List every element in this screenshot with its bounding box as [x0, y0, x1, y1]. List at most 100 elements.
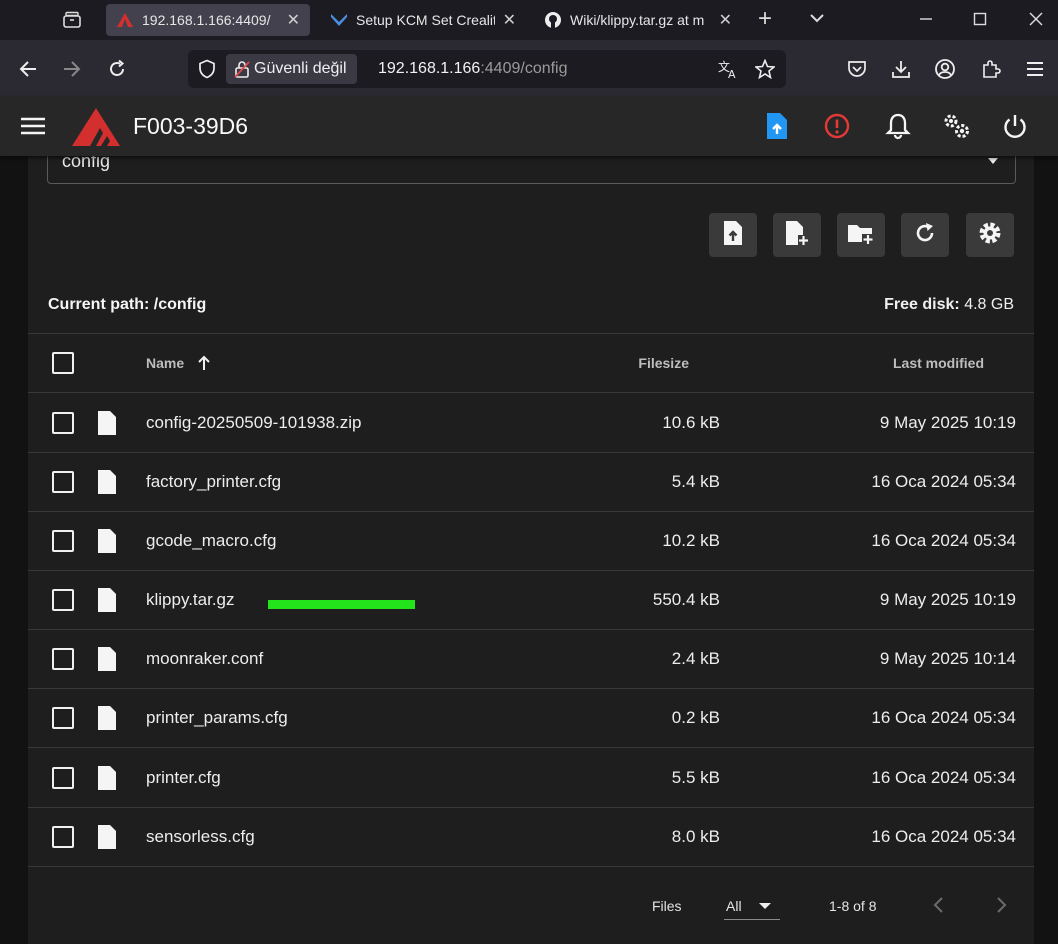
- row-checkbox[interactable]: [52, 767, 74, 789]
- bell-icon[interactable]: [883, 111, 913, 141]
- back-icon[interactable]: [13, 54, 43, 84]
- new-tab-button[interactable]: +: [758, 6, 772, 32]
- file-size: 0.2 kB: [671, 708, 720, 727]
- table-row[interactable]: factory_printer.cfg 5.4 kB 16 Oca 2024 0…: [28, 453, 1034, 512]
- reload-icon[interactable]: [102, 54, 132, 84]
- table-row[interactable]: gcode_macro.cfg 10.2 kB 16 Oca 2024 05:3…: [28, 512, 1034, 571]
- rows-per-page-value: All: [726, 898, 742, 914]
- maximize-window-icon[interactable]: [960, 6, 1000, 32]
- minimize-window-icon[interactable]: [906, 6, 946, 32]
- browser-nav-bar: Güvenli değil 192.168.1.166:4409/config …: [0, 40, 1058, 96]
- security-status-label: Güvenli değil: [254, 60, 347, 77]
- file-icon: [96, 528, 118, 559]
- shield-icon[interactable]: [196, 58, 218, 80]
- table-row[interactable]: config-20250509-101938.zip 10.6 kB 9 May…: [28, 394, 1034, 453]
- row-checkbox[interactable]: [52, 826, 74, 848]
- highlight-marker: [268, 600, 415, 609]
- select-all-checkbox[interactable]: [52, 352, 74, 374]
- translate-icon[interactable]: 文A: [718, 58, 740, 80]
- file-size: 5.5 kB: [671, 768, 720, 787]
- extensions-icon[interactable]: [976, 54, 1006, 84]
- address-bar[interactable]: Güvenli değil 192.168.1.166:4409/config …: [188, 50, 786, 88]
- free-disk: Free disk: 4.8 GB: [884, 296, 1014, 313]
- file-modified: 9 May 2025 10:19: [879, 590, 1016, 609]
- file-modified: 9 May 2025 10:14: [879, 649, 1016, 668]
- app-bar: F003-39D6: [0, 96, 1058, 156]
- table-row[interactable]: klippy.tar.gz 550.4 kB 9 May 2025 10:19: [28, 571, 1034, 630]
- chevron-down-icon[interactable]: [808, 8, 826, 33]
- row-checkbox[interactable]: [52, 471, 74, 493]
- power-icon[interactable]: [1000, 111, 1030, 141]
- settings-gears-icon[interactable]: [941, 111, 971, 141]
- tab-list-icon[interactable]: [52, 6, 92, 34]
- file-modified: 16 Oca 2024 05:34: [871, 708, 1016, 727]
- gear-icon: [977, 220, 1003, 251]
- refresh-button[interactable]: [901, 213, 949, 257]
- next-page-icon[interactable]: [994, 896, 1008, 919]
- previous-page-icon[interactable]: [932, 896, 946, 919]
- app-logo-icon[interactable]: [70, 106, 122, 153]
- menu-icon[interactable]: [1020, 54, 1050, 84]
- dropdown-caret-icon[interactable]: [758, 899, 772, 917]
- close-tab-icon[interactable]: ✕: [503, 10, 516, 30]
- file-modified: 16 Oca 2024 05:34: [871, 531, 1016, 550]
- close-tab-icon[interactable]: ✕: [287, 10, 300, 30]
- file-name: factory_printer.cfg: [146, 472, 282, 491]
- file-upload-icon: [722, 220, 744, 251]
- file-size: 10.6 kB: [662, 413, 720, 432]
- hamburger-menu-icon[interactable]: [18, 111, 48, 141]
- file-name: printer.cfg: [146, 768, 221, 787]
- file-settings-button[interactable]: [966, 213, 1014, 257]
- table-row[interactable]: sensorless.cfg 8.0 kB 16 Oca 2024 05:34: [28, 808, 1034, 867]
- alert-icon[interactable]: [822, 111, 852, 141]
- browser-tab[interactable]: Setup KCM Set Crealit ✕: [320, 4, 526, 36]
- close-tab-icon[interactable]: ✕: [719, 10, 732, 30]
- bookmark-star-icon[interactable]: [754, 58, 776, 80]
- filesize-column-header[interactable]: Filesize: [638, 355, 689, 371]
- name-column-header[interactable]: Name: [146, 355, 210, 371]
- create-file-button[interactable]: [773, 213, 821, 257]
- row-checkbox[interactable]: [52, 530, 74, 552]
- close-window-icon[interactable]: [1016, 6, 1056, 32]
- url-text[interactable]: 192.168.1.166:4409/config: [378, 60, 568, 78]
- file-size: 550.4 kB: [652, 590, 720, 609]
- account-icon[interactable]: [930, 54, 960, 84]
- file-modified: 16 Oca 2024 05:34: [871, 827, 1016, 846]
- table-header: Name Filesize Last modified: [28, 334, 1034, 393]
- dropdown-caret-icon[interactable]: [985, 153, 1001, 174]
- pocket-icon[interactable]: [842, 54, 872, 84]
- file-modified: 16 Oca 2024 05:34: [871, 472, 1016, 491]
- forward-icon[interactable]: [57, 54, 87, 84]
- file-size: 2.4 kB: [671, 649, 720, 668]
- last-modified-column-header[interactable]: Last modified: [893, 355, 984, 371]
- file-size: 8.0 kB: [671, 827, 720, 846]
- page-info: 1-8 of 8: [829, 898, 877, 914]
- file-modified: 16 Oca 2024 05:34: [871, 768, 1016, 787]
- file-name: sensorless.cfg: [146, 827, 255, 846]
- upload-file-icon[interactable]: [762, 111, 792, 141]
- site-info-button[interactable]: Güvenli değil: [226, 54, 357, 84]
- file-name: gcode_macro.cfg: [146, 531, 277, 550]
- row-checkbox[interactable]: [52, 589, 74, 611]
- file-name: printer_params.cfg: [146, 708, 288, 727]
- file-modified: 9 May 2025 10:19: [879, 413, 1016, 432]
- file-name: moonraker.conf: [146, 649, 264, 668]
- svg-text:A: A: [728, 68, 736, 79]
- browser-tab-active[interactable]: 192.168.1.166:4409/ ✕: [106, 4, 310, 36]
- sort-arrow-up-icon[interactable]: [196, 354, 212, 375]
- table-row[interactable]: moonraker.conf 2.4 kB 9 May 2025 10:14: [28, 630, 1034, 689]
- row-checkbox[interactable]: [52, 648, 74, 670]
- table-row[interactable]: printer_params.cfg 0.2 kB 16 Oca 2024 05…: [28, 689, 1034, 748]
- creality-favicon-icon: [116, 11, 134, 29]
- folder-plus-icon: [847, 221, 875, 250]
- downloads-icon[interactable]: [886, 54, 916, 84]
- row-checkbox[interactable]: [52, 412, 74, 434]
- row-checkbox[interactable]: [52, 707, 74, 729]
- upload-file-button[interactable]: [709, 213, 757, 257]
- path-bar: Current path: /config Free disk: 4.8 GB: [28, 276, 1034, 334]
- create-folder-button[interactable]: [837, 213, 885, 257]
- table-row[interactable]: printer.cfg 5.5 kB 16 Oca 2024 05:34: [28, 749, 1034, 808]
- rows-per-page-label: Files: [652, 898, 682, 914]
- browser-tab[interactable]: Wiki/klippy.tar.gz at m ✕: [534, 4, 742, 36]
- rows-per-page-select[interactable]: All: [724, 892, 780, 920]
